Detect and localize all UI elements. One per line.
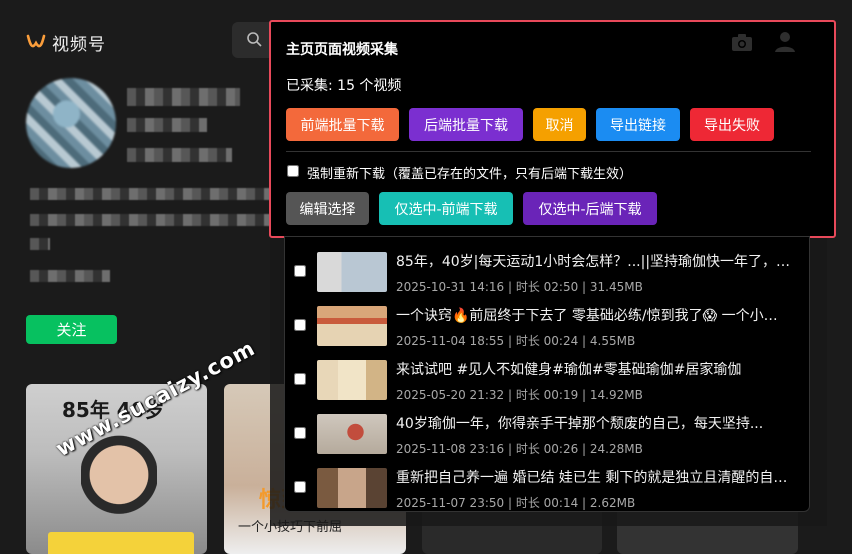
search-icon xyxy=(247,32,262,47)
video-thumbnail xyxy=(317,252,387,292)
list-item[interactable]: 一个诀窍🔥前屈终于下去了 零基础必练/惊到我了😱 一个小技巧下前屈... 202… xyxy=(285,291,809,348)
panel-title: 主页页面视频采集 xyxy=(286,42,398,58)
card-thumbnail xyxy=(81,432,157,527)
list-item[interactable]: 85年，40岁|每天运动1小时会怎样？...||坚持瑜伽快一年了，记录... 2… xyxy=(285,237,809,294)
video-select-checkbox[interactable] xyxy=(294,427,306,439)
selected-back-download-button[interactable]: 仅选中-后端下载 xyxy=(523,192,657,225)
video-title: 85年，40岁|每天运动1小时会怎样？...||坚持瑜伽快一年了，记录... xyxy=(396,254,791,270)
video-thumbnail xyxy=(317,468,387,508)
video-thumbnail xyxy=(317,360,387,400)
profile-bio-blurred xyxy=(30,214,270,226)
list-item[interactable]: 重新把自己养一遍 婚已结 娃已生 剩下的就是独立且清醒的自己... 2025-1… xyxy=(285,453,809,510)
profile-location-blurred xyxy=(30,270,110,282)
back-batch-download-button[interactable]: 后端批量下载 xyxy=(409,108,523,141)
selected-front-download-button[interactable]: 仅选中-前端下载 xyxy=(379,192,513,225)
user-icon[interactable] xyxy=(774,31,796,53)
video-thumbnail xyxy=(317,414,387,454)
brand-logo[interactable]: 视频号 xyxy=(26,30,106,55)
channels-logo-icon xyxy=(26,34,46,47)
avatar xyxy=(26,78,116,168)
follow-button[interactable]: 关注 xyxy=(26,315,117,344)
video-title: 40岁瑜伽一年，你得亲手干掉那个颓废的自己，每天坚持... xyxy=(396,416,764,432)
brand-name: 视频号 xyxy=(52,35,106,55)
profile-name-blurred xyxy=(127,88,240,106)
video-title: 重新把自己养一遍 婚已结 娃已生 剩下的就是独立且清醒的自己... xyxy=(396,470,791,486)
video-list[interactable]: 85年，40岁|每天运动1小时会怎样？...||坚持瑜伽快一年了，记录... 2… xyxy=(284,236,810,512)
front-batch-download-button[interactable]: 前端批量下载 xyxy=(286,108,399,141)
video-title: 来试试吧 #见人不如健身#瑜伽#零基础瑜伽#居家瑜伽 xyxy=(396,362,742,378)
video-size: 2.62MB xyxy=(589,496,636,510)
card-caption-strip xyxy=(48,532,194,554)
collected-count: 已采集: 15 个视频 xyxy=(286,78,402,94)
list-item[interactable]: 来试试吧 #见人不如健身#瑜伽#零基础瑜伽#居家瑜伽 2025-05-20 21… xyxy=(285,345,809,402)
profile-id-blurred xyxy=(127,118,207,132)
edit-selection-button[interactable]: 编辑选择 xyxy=(286,192,369,225)
video-select-checkbox[interactable] xyxy=(294,265,306,277)
cancel-button[interactable]: 取消 xyxy=(533,108,586,141)
video-select-checkbox[interactable] xyxy=(294,373,306,385)
video-meta: 2025-11-07 23:50 | 时长 00:14 | 2.62MB xyxy=(396,496,636,510)
force-redownload-label: 强制重新下载（覆盖已存在的文件，只有后端下载生效） xyxy=(307,167,633,182)
video-date: 2025-11-07 23:50 xyxy=(396,496,505,510)
camera-icon[interactable] xyxy=(731,32,753,52)
profile-bio-blurred xyxy=(30,188,270,200)
export-links-button[interactable]: 导出链接 xyxy=(596,108,680,141)
video-select-checkbox[interactable] xyxy=(294,319,306,331)
profile-bio-blurred xyxy=(30,238,50,250)
video-thumbnail xyxy=(317,306,387,346)
collector-panel: 主页页面视频采集 已采集: 15 个视频 前端批量下载 后端批量下载 取消 导出… xyxy=(269,20,836,238)
force-redownload-checkbox[interactable] xyxy=(287,165,299,177)
divider xyxy=(286,151,811,152)
list-item[interactable]: 40岁瑜伽一年，你得亲手干掉那个颓废的自己，每天坚持... 2025-11-08… xyxy=(285,399,809,456)
video-duration: 时长 00:14 xyxy=(515,496,579,510)
export-failed-button[interactable]: 导出失败 xyxy=(690,108,774,141)
profile-stats-blurred xyxy=(127,148,232,162)
video-select-checkbox[interactable] xyxy=(294,481,306,493)
video-title: 一个诀窍🔥前屈终于下去了 零基础必练/惊到我了😱 一个小技巧下前屈... xyxy=(396,308,791,324)
